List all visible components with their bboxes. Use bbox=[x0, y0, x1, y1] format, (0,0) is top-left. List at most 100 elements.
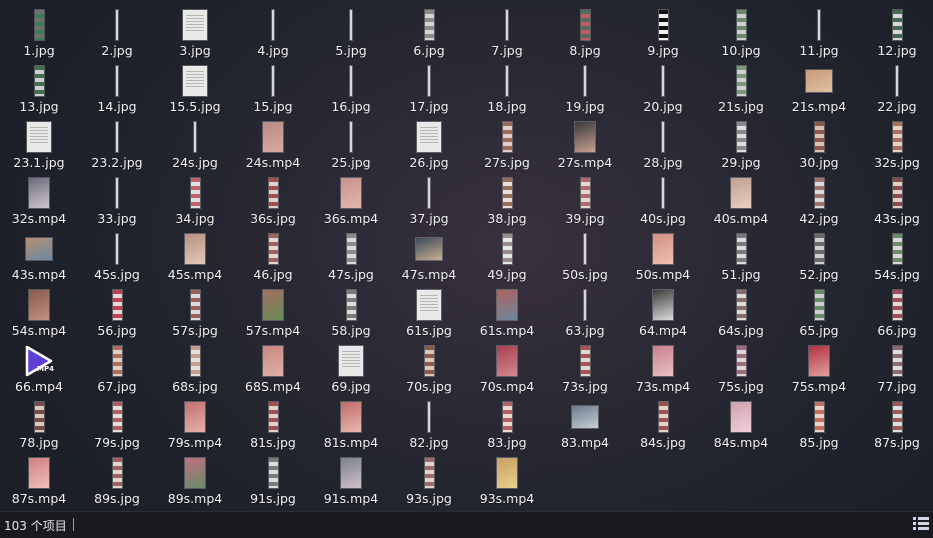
file-item[interactable]: 50s.jpg bbox=[546, 232, 624, 288]
file-item[interactable]: 7.jpg bbox=[468, 8, 546, 64]
file-item[interactable]: 40s.jpg bbox=[624, 176, 702, 232]
file-item[interactable]: 23.1.jpg bbox=[0, 120, 78, 176]
file-item[interactable]: 79s.jpg bbox=[78, 400, 156, 456]
file-item[interactable]: 58.jpg bbox=[312, 288, 390, 344]
file-item[interactable]: 30.jpg bbox=[780, 120, 858, 176]
file-item[interactable]: 57s.jpg bbox=[156, 288, 234, 344]
file-item[interactable]: 73s.mp4 bbox=[624, 344, 702, 400]
file-item[interactable]: 20.jpg bbox=[624, 64, 702, 120]
file-item[interactable]: 43s.jpg bbox=[858, 176, 933, 232]
file-item[interactable]: 83.jpg bbox=[468, 400, 546, 456]
file-item[interactable]: 29.jpg bbox=[702, 120, 780, 176]
file-item[interactable]: 64.mp4 bbox=[624, 288, 702, 344]
file-item[interactable]: 13.jpg bbox=[0, 64, 78, 120]
file-item[interactable]: 82.jpg bbox=[390, 400, 468, 456]
file-item[interactable]: 85.jpg bbox=[780, 400, 858, 456]
file-item[interactable]: 67.jpg bbox=[78, 344, 156, 400]
file-item[interactable]: 36s.mp4 bbox=[312, 176, 390, 232]
file-item[interactable]: 93s.mp4 bbox=[468, 456, 546, 512]
file-item[interactable]: 61s.mp4 bbox=[468, 288, 546, 344]
file-item[interactable]: 6.jpg bbox=[390, 8, 468, 64]
file-item[interactable]: 45s.jpg bbox=[78, 232, 156, 288]
file-item[interactable]: 24s.jpg bbox=[156, 120, 234, 176]
file-item[interactable]: 87s.mp4 bbox=[0, 456, 78, 512]
file-item[interactable]: 83.mp4 bbox=[546, 400, 624, 456]
file-item[interactable]: 93s.jpg bbox=[390, 456, 468, 512]
file-item[interactable]: 22.jpg bbox=[858, 64, 933, 120]
file-item[interactable]: 8.jpg bbox=[546, 8, 624, 64]
file-item[interactable]: 73s.jpg bbox=[546, 344, 624, 400]
file-item[interactable]: 56.jpg bbox=[78, 288, 156, 344]
file-item[interactable]: 33.jpg bbox=[78, 176, 156, 232]
file-item[interactable]: 32s.mp4 bbox=[0, 176, 78, 232]
file-item[interactable]: 68s.jpg bbox=[156, 344, 234, 400]
file-item[interactable]: 51.jpg bbox=[702, 232, 780, 288]
file-item[interactable]: 57s.mp4 bbox=[234, 288, 312, 344]
file-item[interactable]: 37.jpg bbox=[390, 176, 468, 232]
file-item[interactable]: 70s.mp4 bbox=[468, 344, 546, 400]
file-item[interactable]: 50s.mp4 bbox=[624, 232, 702, 288]
file-item[interactable]: 36s.jpg bbox=[234, 176, 312, 232]
file-item[interactable]: 91s.mp4 bbox=[312, 456, 390, 512]
file-item[interactable]: 69.jpg bbox=[312, 344, 390, 400]
file-item[interactable]: 84s.mp4 bbox=[702, 400, 780, 456]
file-item[interactable]: 19.jpg bbox=[546, 64, 624, 120]
file-item[interactable]: 3.jpg bbox=[156, 8, 234, 64]
file-item[interactable]: 24s.mp4 bbox=[234, 120, 312, 176]
file-item[interactable]: 15.5.jpg bbox=[156, 64, 234, 120]
file-item[interactable]: 38.jpg bbox=[468, 176, 546, 232]
file-item[interactable]: 27s.mp4 bbox=[546, 120, 624, 176]
file-item[interactable]: 89s.mp4 bbox=[156, 456, 234, 512]
file-item[interactable]: 4.jpg bbox=[234, 8, 312, 64]
file-item[interactable]: 75s.jpg bbox=[702, 344, 780, 400]
file-item[interactable]: 70s.jpg bbox=[390, 344, 468, 400]
file-item[interactable]: 68S.mp4 bbox=[234, 344, 312, 400]
file-item[interactable]: 40s.mp4 bbox=[702, 176, 780, 232]
file-item[interactable]: 61s.jpg bbox=[390, 288, 468, 344]
file-item[interactable]: 5.jpg bbox=[312, 8, 390, 64]
file-item[interactable]: 25.jpg bbox=[312, 120, 390, 176]
file-item[interactable]: MP4 66.mp4 bbox=[0, 344, 78, 400]
file-item[interactable]: 18.jpg bbox=[468, 64, 546, 120]
file-item[interactable]: 54s.jpg bbox=[858, 232, 933, 288]
file-item[interactable]: 14.jpg bbox=[78, 64, 156, 120]
file-item[interactable]: 46.jpg bbox=[234, 232, 312, 288]
file-item[interactable]: 12.jpg bbox=[858, 8, 933, 64]
file-item[interactable]: 45s.mp4 bbox=[156, 232, 234, 288]
file-item[interactable]: 79s.mp4 bbox=[156, 400, 234, 456]
file-item[interactable]: 2.jpg bbox=[78, 8, 156, 64]
file-item[interactable]: 26.jpg bbox=[390, 120, 468, 176]
file-item[interactable]: 87s.jpg bbox=[858, 400, 933, 456]
file-item[interactable]: 17.jpg bbox=[390, 64, 468, 120]
details-view-icon[interactable] bbox=[913, 516, 929, 532]
file-item[interactable]: 43s.mp4 bbox=[0, 232, 78, 288]
file-item[interactable]: 78.jpg bbox=[0, 400, 78, 456]
file-item[interactable]: 75s.mp4 bbox=[780, 344, 858, 400]
file-item[interactable]: 16.jpg bbox=[312, 64, 390, 120]
file-item[interactable]: 47s.mp4 bbox=[390, 232, 468, 288]
file-item[interactable]: 81s.jpg bbox=[234, 400, 312, 456]
file-item[interactable]: 21s.mp4 bbox=[780, 64, 858, 120]
file-item[interactable]: 63.jpg bbox=[546, 288, 624, 344]
file-item[interactable]: 21s.jpg bbox=[702, 64, 780, 120]
file-item[interactable]: 9.jpg bbox=[624, 8, 702, 64]
file-item[interactable]: 65.jpg bbox=[780, 288, 858, 344]
file-item[interactable]: 47s.jpg bbox=[312, 232, 390, 288]
file-item[interactable]: 84s.jpg bbox=[624, 400, 702, 456]
file-item[interactable]: 91s.jpg bbox=[234, 456, 312, 512]
file-item[interactable]: 28.jpg bbox=[624, 120, 702, 176]
file-item[interactable]: 27s.jpg bbox=[468, 120, 546, 176]
file-item[interactable]: 32s.jpg bbox=[858, 120, 933, 176]
file-item[interactable]: 11.jpg bbox=[780, 8, 858, 64]
file-item[interactable]: 10.jpg bbox=[702, 8, 780, 64]
file-item[interactable]: 15.jpg bbox=[234, 64, 312, 120]
file-item[interactable]: 66.jpg bbox=[858, 288, 933, 344]
file-item[interactable]: 89s.jpg bbox=[78, 456, 156, 512]
file-item[interactable]: 52.jpg bbox=[780, 232, 858, 288]
file-item[interactable]: 34.jpg bbox=[156, 176, 234, 232]
file-item[interactable]: 77.jpg bbox=[858, 344, 933, 400]
file-item[interactable]: 42.jpg bbox=[780, 176, 858, 232]
file-item[interactable]: 49.jpg bbox=[468, 232, 546, 288]
file-item[interactable]: 64s.jpg bbox=[702, 288, 780, 344]
file-item[interactable]: 23.2.jpg bbox=[78, 120, 156, 176]
